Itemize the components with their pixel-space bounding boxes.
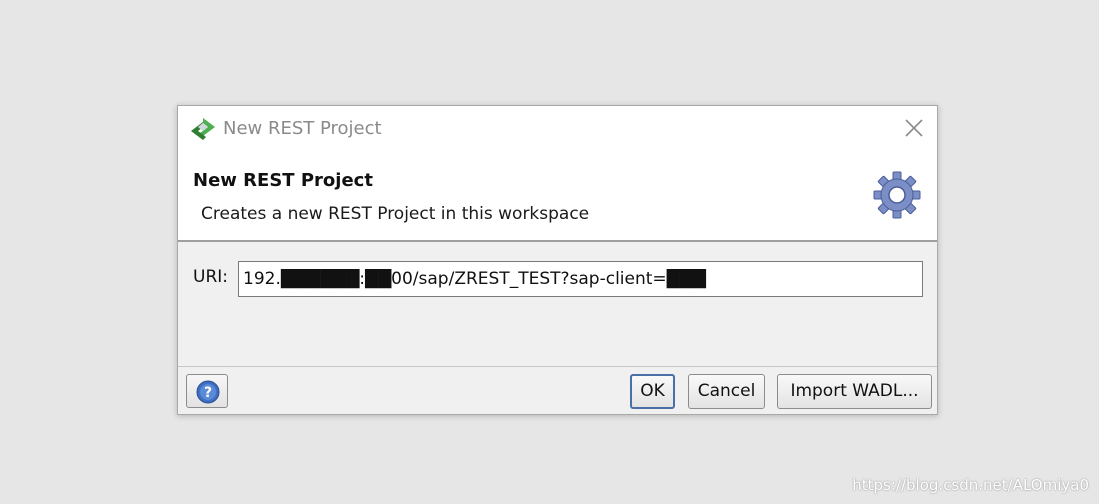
uri-label: URI: [193,267,228,287]
button-bar: ? OK Cancel Import WADL... [178,366,937,414]
dialog-banner: New REST Project Creates a new REST Proj… [178,152,937,242]
watermark-text: https://blog.csdn.net/ALOmiya0 [852,476,1089,494]
cancel-button[interactable]: Cancel [688,374,765,409]
import-wadl-button[interactable]: Import WADL... [777,374,932,409]
banner-title: New REST Project [193,170,373,191]
window-title: New REST Project [223,118,382,139]
new-rest-project-dialog: New REST Project New REST Project Create… [177,105,938,415]
uri-input[interactable] [238,261,923,297]
close-icon[interactable] [901,115,927,141]
ok-button[interactable]: OK [630,374,675,409]
help-button[interactable]: ? [186,374,228,408]
gear-icon [872,170,922,220]
help-icon: ? [196,380,220,404]
form-area: URI: [178,242,937,366]
title-bar: New REST Project [178,106,937,152]
soapui-logo-icon [190,117,216,141]
banner-description: Creates a new REST Project in this works… [201,204,590,224]
svg-text:?: ? [204,385,212,401]
